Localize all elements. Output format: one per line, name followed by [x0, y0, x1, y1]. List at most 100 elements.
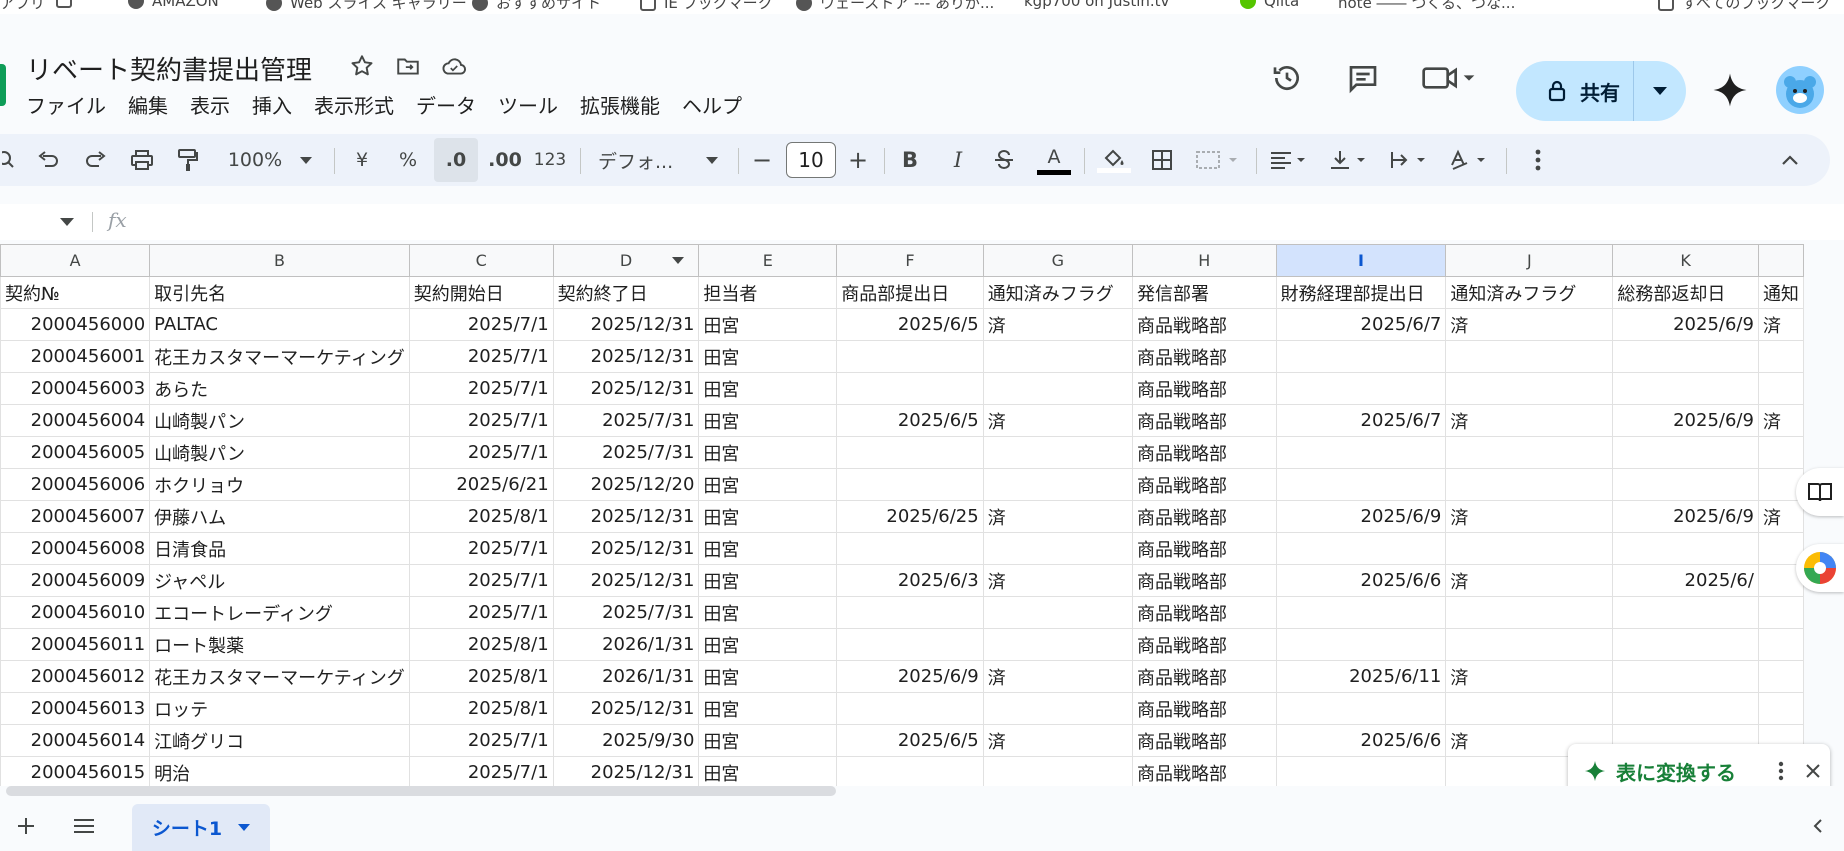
- cloud-saved-icon[interactable]: [440, 52, 468, 80]
- bookmark-apps[interactable]: アプリ: [0, 0, 45, 13]
- cell[interactable]: 田宮: [698, 436, 838, 469]
- cell[interactable]: 2000456014: [0, 724, 151, 757]
- header-cell[interactable]: 通知: [1757, 276, 1804, 309]
- text-rotation-icon[interactable]: [1444, 134, 1496, 186]
- cell[interactable]: 2025/12/31: [552, 372, 700, 405]
- cell[interactable]: [836, 628, 984, 661]
- cell[interactable]: 2025/7/1: [408, 436, 554, 469]
- cell[interactable]: [1445, 692, 1614, 725]
- cell[interactable]: 2000456010: [0, 596, 151, 629]
- cell[interactable]: 明治: [149, 756, 410, 786]
- history-icon[interactable]: [1262, 53, 1312, 103]
- cell[interactable]: [982, 756, 1134, 786]
- strikethrough-icon[interactable]: [986, 134, 1022, 186]
- cell[interactable]: 2025/6/25: [836, 500, 984, 533]
- cell[interactable]: 2000456005: [0, 436, 151, 469]
- header-cell[interactable]: 通知済みフラグ: [982, 276, 1134, 309]
- column-header[interactable]: I: [1275, 244, 1447, 277]
- increase-decimal-button[interactable]: .00: [484, 134, 526, 186]
- menu-file[interactable]: ファイル: [26, 90, 118, 119]
- cell[interactable]: 田宮: [698, 660, 838, 693]
- cell[interactable]: [1612, 532, 1759, 565]
- bold-button[interactable]: B: [892, 134, 928, 186]
- cell[interactable]: 2000456009: [0, 564, 151, 597]
- cell[interactable]: 2025/8/1: [408, 628, 554, 661]
- side-panel-book-icon[interactable]: [1796, 468, 1844, 516]
- name-box[interactable]: [0, 204, 80, 240]
- cell[interactable]: [1275, 372, 1447, 405]
- cell[interactable]: [836, 756, 984, 786]
- cell[interactable]: 2025/7/1: [408, 756, 554, 786]
- cell[interactable]: 山崎製パン: [149, 436, 410, 469]
- font-family-select[interactable]: デフォ...: [598, 134, 702, 186]
- bookmark-justin[interactable]: kgp700 on Justin.tv: [1024, 0, 1169, 10]
- cell[interactable]: [1757, 436, 1804, 469]
- cell[interactable]: 商品戦略部: [1132, 404, 1277, 437]
- cell[interactable]: 2025/6/9: [1612, 308, 1759, 341]
- column-header[interactable]: [1757, 244, 1804, 277]
- cell[interactable]: 2000456015: [0, 756, 151, 786]
- cell[interactable]: 2025/6/5: [836, 724, 984, 757]
- cell[interactable]: 2025/7/1: [408, 404, 554, 437]
- column-header[interactable]: E: [698, 244, 838, 277]
- user-avatar[interactable]: [1776, 66, 1824, 114]
- cell[interactable]: [836, 596, 984, 629]
- cell[interactable]: 2025/6/: [1612, 564, 1759, 597]
- header-cell[interactable]: 発信部署: [1132, 276, 1277, 309]
- cell[interactable]: ロート製薬: [149, 628, 410, 661]
- header-cell[interactable]: 取引先名: [149, 276, 410, 309]
- bookmark-amazon[interactable]: AMAZON: [128, 0, 219, 10]
- cell[interactable]: 田宮: [698, 756, 838, 786]
- share-button[interactable]: 共有: [1516, 61, 1686, 121]
- text-color-button[interactable]: A: [1034, 134, 1074, 186]
- cell[interactable]: 山崎製パン: [149, 404, 410, 437]
- cell[interactable]: 2025/12/31: [552, 564, 700, 597]
- cell[interactable]: 済: [982, 660, 1134, 693]
- cell[interactable]: 花王カスタマーマーケティング: [149, 660, 410, 693]
- cell[interactable]: 2025/7/1: [408, 596, 554, 629]
- column-header[interactable]: G: [982, 244, 1134, 277]
- column-header[interactable]: B: [149, 244, 410, 277]
- cell[interactable]: エコートレーディング: [149, 596, 410, 629]
- cell[interactable]: [1757, 628, 1804, 661]
- header-cell[interactable]: 商品部提出日: [836, 276, 984, 309]
- cell[interactable]: [1275, 628, 1447, 661]
- cell[interactable]: 2025/8/1: [408, 692, 554, 725]
- cell[interactable]: 2025/6/6: [1275, 724, 1447, 757]
- cell[interactable]: 済: [982, 308, 1134, 341]
- cell[interactable]: [1275, 340, 1447, 373]
- cell[interactable]: 2000456013: [0, 692, 151, 725]
- redo-icon[interactable]: [78, 134, 114, 186]
- cell[interactable]: [982, 628, 1134, 661]
- bookmark-qiita[interactable]: Qiita: [1240, 0, 1299, 10]
- cell[interactable]: 2025/6/11: [1275, 660, 1447, 693]
- cell[interactable]: 2025/7/31: [552, 436, 700, 469]
- cell[interactable]: 商品戦略部: [1132, 500, 1277, 533]
- cell[interactable]: 2025/7/1: [408, 532, 554, 565]
- cell[interactable]: [836, 436, 984, 469]
- cell[interactable]: [1757, 596, 1804, 629]
- horizontal-align-icon[interactable]: [1264, 134, 1316, 186]
- header-cell[interactable]: 担当者: [698, 276, 838, 309]
- cell[interactable]: [1612, 436, 1759, 469]
- cell[interactable]: [1445, 340, 1614, 373]
- menu-edit[interactable]: 編集: [128, 90, 180, 119]
- cell[interactable]: 伊藤ハム: [149, 500, 410, 533]
- column-header[interactable]: J: [1445, 244, 1614, 277]
- apps-grid-icon[interactable]: [56, 0, 72, 8]
- sheet-table[interactable]: ABCDEFGHIJK 契約№ 取引先名 契約開始日 契約終了日 担当者 商品部提出日 通知…: [0, 244, 1804, 786]
- column-header[interactable]: D: [552, 244, 700, 277]
- column-header[interactable]: F: [836, 244, 984, 277]
- cell[interactable]: 2000456008: [0, 532, 151, 565]
- cell[interactable]: 2000456006: [0, 468, 151, 501]
- cell[interactable]: [982, 372, 1134, 405]
- cell[interactable]: 済: [982, 404, 1134, 437]
- namebox-dropdown-icon[interactable]: [60, 218, 74, 226]
- zoom-dropdown-icon[interactable]: [294, 134, 318, 186]
- cell[interactable]: [1445, 596, 1614, 629]
- header-cell[interactable]: 契約№: [0, 276, 151, 309]
- cell[interactable]: 商品戦略部: [1132, 628, 1277, 661]
- cell[interactable]: [1275, 692, 1447, 725]
- font-size-increase-button[interactable]: +: [842, 134, 874, 186]
- more-options-icon[interactable]: [1520, 134, 1556, 186]
